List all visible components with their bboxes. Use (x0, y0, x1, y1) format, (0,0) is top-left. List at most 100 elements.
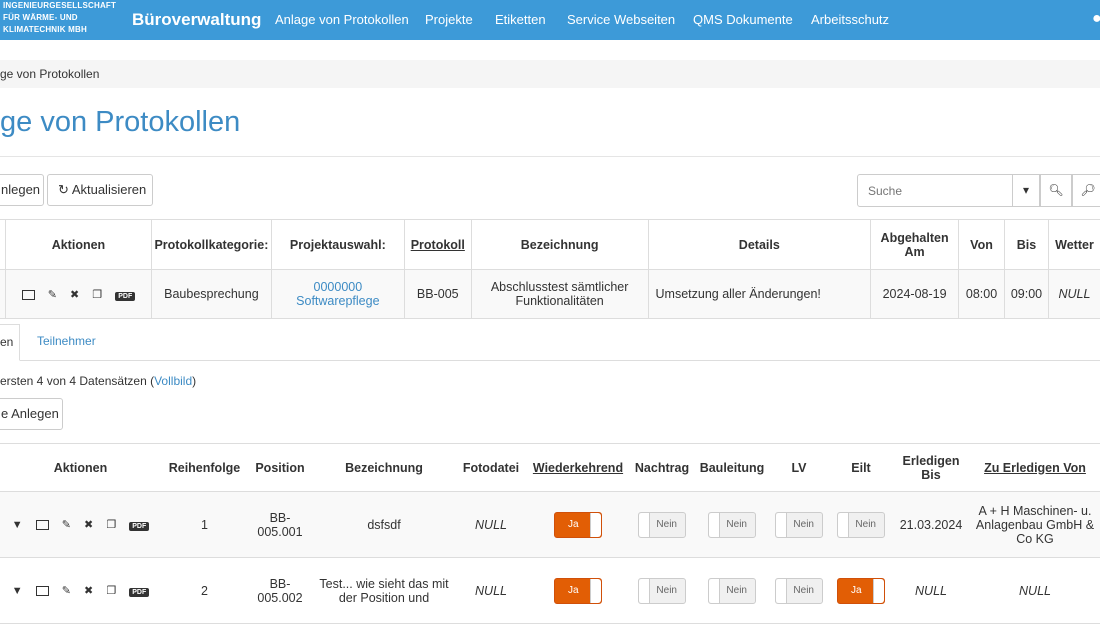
col-nachtrag[interactable]: Nachtrag (629, 443, 695, 492)
nav-item-arbeitsschutz[interactable]: Arbeitsschutz (811, 12, 889, 27)
col-bauleitung[interactable]: Bauleitung (695, 443, 769, 492)
anlegen-button[interactable]: nlegen (0, 174, 44, 206)
aktualisieren-label: Aktualisieren (71, 182, 147, 197)
col-bezeichnung[interactable]: Bezeichnung (470, 219, 649, 270)
cell-lv: Nein (769, 491, 829, 558)
search-dropdown-button[interactable]: ▾ (1012, 174, 1040, 207)
records-text: ersten 4 von 4 Datensätzen ( (0, 374, 155, 388)
col-von[interactable]: Von (958, 219, 1005, 270)
search-advanced-button[interactable]: 🔎︎ (1072, 174, 1100, 207)
col-lv[interactable]: LV (769, 443, 829, 492)
tab-positionen[interactable]: en (0, 324, 20, 361)
col-projekt[interactable]: Projektauswahl: (270, 219, 405, 270)
nachtrag-toggle[interactable]: Nein (638, 511, 686, 538)
table-row[interactable]: ▼ ✎ ✖ ❐ PDF 2 BB-005.002 Test... wie sie… (0, 557, 1100, 624)
company-logo-text[interactable]: INGENIEURGESELLSCHAFT FÜR WÄRME- UND KLI… (3, 0, 116, 36)
cell-erledigen-bis: NULL (893, 557, 969, 624)
col-position[interactable]: Position (247, 443, 313, 492)
search-input[interactable] (857, 174, 1013, 207)
cell-zu-erledigen-von: NULL (969, 557, 1100, 624)
caret-down-icon[interactable]: ▼ (12, 519, 23, 531)
cell-erledigen-bis: 21.03.2024 (893, 491, 969, 558)
wiederkehrend-toggle[interactable]: Ja (554, 511, 602, 538)
col-bezeichnung[interactable]: Bezeichnung (313, 443, 455, 492)
cell-zu-erledigen-von: A + H Maschinen- u. Anlagenbau GmbH & Co… (969, 491, 1100, 558)
nav-item-etiketten[interactable]: Etiketten (495, 12, 546, 27)
cell-details: Umsetzung aller Änderungen! (647, 269, 872, 319)
nav-item-service-webseiten[interactable]: Service Webseiten (567, 12, 675, 27)
tab-label: en (0, 335, 14, 349)
col-eilt[interactable]: Eilt (829, 443, 893, 492)
pdf-icon[interactable]: PDF (129, 588, 150, 597)
col-protokoll[interactable]: Protokoll (403, 219, 472, 270)
row-actions: ▼ ✎ ✖ ❐ PDF (0, 491, 162, 558)
tab-teilnehmer[interactable]: Teilnehmer (37, 334, 96, 348)
logo-line: KLIMATECHNIK MBH (3, 25, 87, 34)
lv-toggle[interactable]: Nein (775, 511, 823, 538)
breadcrumb[interactable]: ge von Protokollen (0, 60, 1100, 88)
caret-down-icon: ▾ (1022, 183, 1030, 197)
delete-icon[interactable]: ✖ (84, 518, 93, 531)
cell-projekt-link[interactable]: 0000000 Softwarepflege (270, 269, 405, 319)
search-button[interactable]: 🔍︎ (1040, 174, 1072, 207)
table-row[interactable]: ▼ ✎ ✖ ❐ PDF 1 BB-005.001 dsfsdf NULL Ja … (0, 491, 1100, 558)
col-kategorie[interactable]: Protokollkategorie: (150, 219, 272, 270)
brand-title[interactable]: Büroverwaltung (132, 10, 261, 30)
pdf-icon[interactable]: PDF (129, 522, 150, 531)
cell-kategorie: Baubesprechung (150, 269, 272, 319)
delete-icon[interactable]: ✖ (84, 584, 93, 597)
pdf-icon[interactable]: PDF (115, 291, 136, 301)
copy-icon[interactable]: ❐ (92, 288, 102, 301)
anlegen-label: nlegen (1, 182, 41, 197)
records-suffix: ) (192, 374, 197, 388)
edit-icon[interactable]: ✎ (62, 518, 71, 531)
position-anlegen-button[interactable]: e Anlegen (0, 398, 63, 430)
tab-bar: en Teilnehmer (0, 324, 1100, 361)
logo-line: FÜR WÄRME- UND (3, 13, 78, 22)
records-info: ersten 4 von 4 Datensätzen (Vollbild) (0, 374, 196, 388)
col-reihenfolge[interactable]: Reihenfolge (162, 443, 247, 492)
cell-wiederkehrend: Ja (527, 557, 629, 624)
delete-icon[interactable]: ✖ (70, 288, 79, 301)
edit-icon[interactable]: ✎ (62, 584, 71, 597)
cell-wetter: NULL (1047, 269, 1100, 319)
vollbild-link[interactable]: Vollbild (154, 374, 192, 388)
cell-bis: 09:00 (1004, 269, 1049, 319)
eilt-toggle[interactable]: Nein (837, 511, 885, 538)
table-row[interactable]: ✎ ✖ ❐ PDF Baubesprechung 0000000 Softwar… (0, 269, 1100, 319)
edit-icon[interactable]: ✎ (48, 288, 57, 301)
nav-item-qms-dokumente[interactable]: QMS Dokumente (693, 12, 793, 27)
user-icon[interactable]: ● (1092, 10, 1100, 28)
col-fotodatei[interactable]: Fotodatei (455, 443, 527, 492)
nav-item-projekte[interactable]: Projekte (425, 12, 473, 27)
col-bis[interactable]: Bis (1004, 219, 1049, 270)
cell-lv: Nein (769, 557, 829, 624)
col-aktionen: Aktionen (4, 219, 152, 270)
detail-icon[interactable] (21, 289, 35, 300)
copy-icon[interactable]: ❐ (106, 518, 116, 531)
cell-fotodatei: NULL (455, 557, 527, 624)
cell-protokoll: BB-005 (403, 269, 472, 319)
caret-down-icon[interactable]: ▼ (12, 585, 23, 597)
copy-icon[interactable]: ❐ (106, 584, 116, 597)
cell-bezeichnung: dsfsdf (313, 491, 455, 558)
cell-reihenfolge: 2 (162, 557, 247, 624)
bauleitung-toggle[interactable]: Nein (708, 511, 756, 538)
col-abgehalten[interactable]: Abgehalten Am (870, 219, 960, 270)
col-erledigen-bis[interactable]: Erledigen Bis (893, 443, 969, 492)
cell-eilt: Ja (829, 557, 893, 624)
col-wiederkehrend[interactable]: Wiederkehrend (527, 443, 629, 492)
divider (0, 156, 1100, 157)
logo-line: INGENIEURGESELLSCHAFT (3, 1, 117, 10)
col-details[interactable]: Details (647, 219, 872, 270)
cell-nachtrag: Nein (629, 557, 695, 624)
detail-icon[interactable] (35, 586, 49, 597)
aktualisieren-button[interactable]: ↻ Aktualisieren (47, 174, 153, 206)
nav-item-protokolle[interactable]: Anlage von Protokollen (275, 12, 409, 27)
col-wetter[interactable]: Wetter (1047, 219, 1100, 270)
page-title: ge von Protokollen (0, 106, 241, 138)
col-zu-erledigen-von[interactable]: Zu Erledigen Von (969, 443, 1100, 492)
cell-fotodatei: NULL (455, 491, 527, 558)
detail-icon[interactable] (35, 520, 49, 531)
row-actions: ▼ ✎ ✖ ❐ PDF (0, 557, 162, 624)
